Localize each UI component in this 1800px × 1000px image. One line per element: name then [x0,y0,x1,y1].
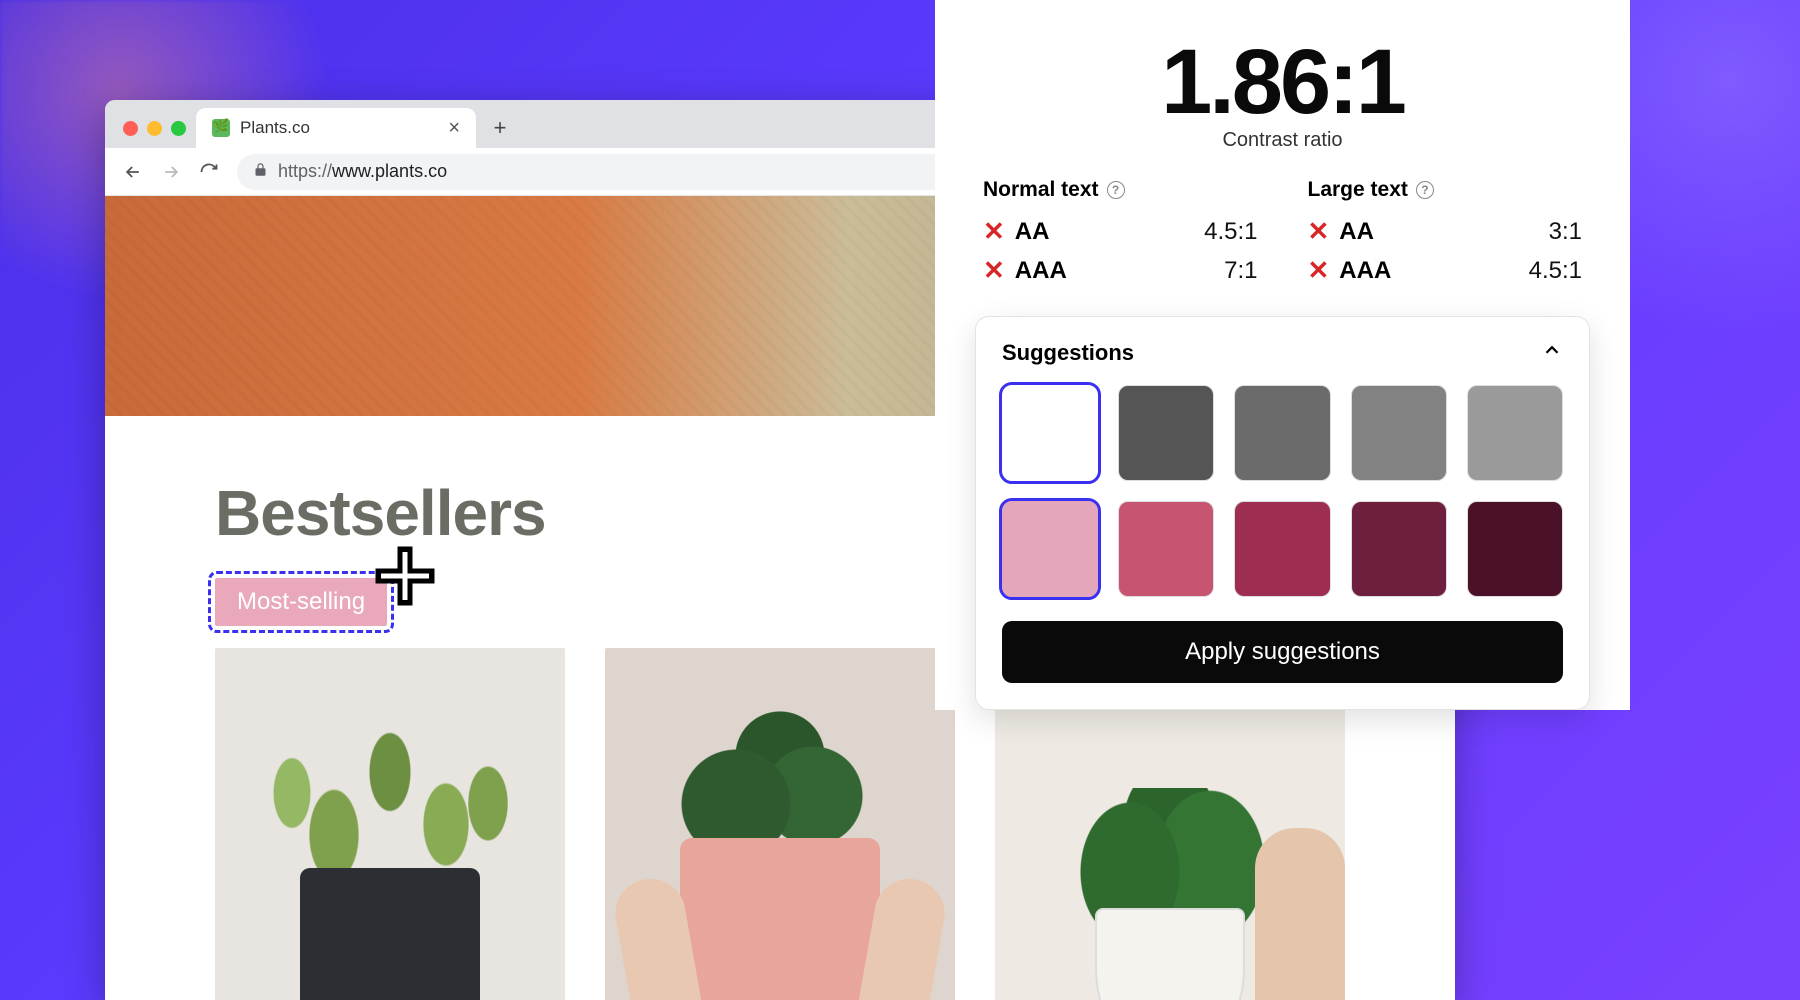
traffic-lights [115,121,196,148]
chevron-up-icon[interactable] [1541,339,1563,367]
fail-icon: ✕ [983,216,1005,247]
help-icon[interactable]: ? [1416,181,1434,199]
most-selling-badge[interactable]: Most-selling [215,578,387,626]
close-tab-icon[interactable]: × [448,117,460,140]
reload-icon[interactable] [199,162,219,182]
contrast-ratio-value: 1.86:1 [975,30,1590,135]
color-swatch[interactable] [1467,501,1563,597]
new-tab-button[interactable]: + [484,112,516,144]
product-card[interactable] [605,648,955,1000]
crosshair-cursor-icon [375,546,435,606]
apply-suggestions-button[interactable]: Apply suggestions [1002,621,1563,683]
lock-icon [253,162,268,181]
color-swatch[interactable] [1002,385,1098,481]
large-text-column: Large text ? ✕ AA 3:1 ✕ AAA 4.5:1 [1308,178,1583,294]
normal-text-column: Normal text ? ✕ AA 4.5:1 ✕ AAA 7:1 [983,178,1258,294]
tab-title: Plants.co [240,118,310,138]
help-icon[interactable]: ? [1107,181,1125,199]
aa-check-row: ✕ AA 3:1 [1308,216,1583,247]
forward-icon[interactable] [161,162,181,182]
browser-tab[interactable]: Plants.co × [196,108,476,148]
aa-check-row: ✕ AA 4.5:1 [983,216,1258,247]
color-swatch[interactable] [1467,385,1563,481]
large-text-heading: Large text [1308,178,1408,202]
minimize-window-dot[interactable] [147,121,162,136]
suggestions-heading: Suggestions [1002,340,1134,366]
color-swatch[interactable] [1118,501,1214,597]
color-swatch[interactable] [1351,385,1447,481]
aaa-check-row: ✕ AAA 7:1 [983,255,1258,286]
fail-icon: ✕ [983,255,1005,286]
contrast-checker-panel: 1.86:1 Contrast ratio Normal text ? ✕ AA… [935,0,1630,710]
url-text: https://www.plants.co [278,161,447,182]
maximize-window-dot[interactable] [171,121,186,136]
normal-text-heading: Normal text [983,178,1099,202]
color-swatch[interactable] [1234,385,1330,481]
product-card[interactable] [215,648,565,1000]
fail-icon: ✕ [1308,255,1330,286]
tab-favicon-icon [212,119,230,137]
fail-icon: ✕ [1308,216,1330,247]
color-swatch[interactable] [1234,501,1330,597]
back-icon[interactable] [123,162,143,182]
close-window-dot[interactable] [123,121,138,136]
color-swatch[interactable] [1351,501,1447,597]
aaa-check-row: ✕ AAA 4.5:1 [1308,255,1583,286]
suggestions-card: Suggestions Apply suggestions [975,316,1590,710]
color-swatch[interactable] [1118,385,1214,481]
swatch-grid [1002,385,1563,597]
color-swatch[interactable] [1002,501,1098,597]
contrast-ratio-label: Contrast ratio [975,129,1590,152]
